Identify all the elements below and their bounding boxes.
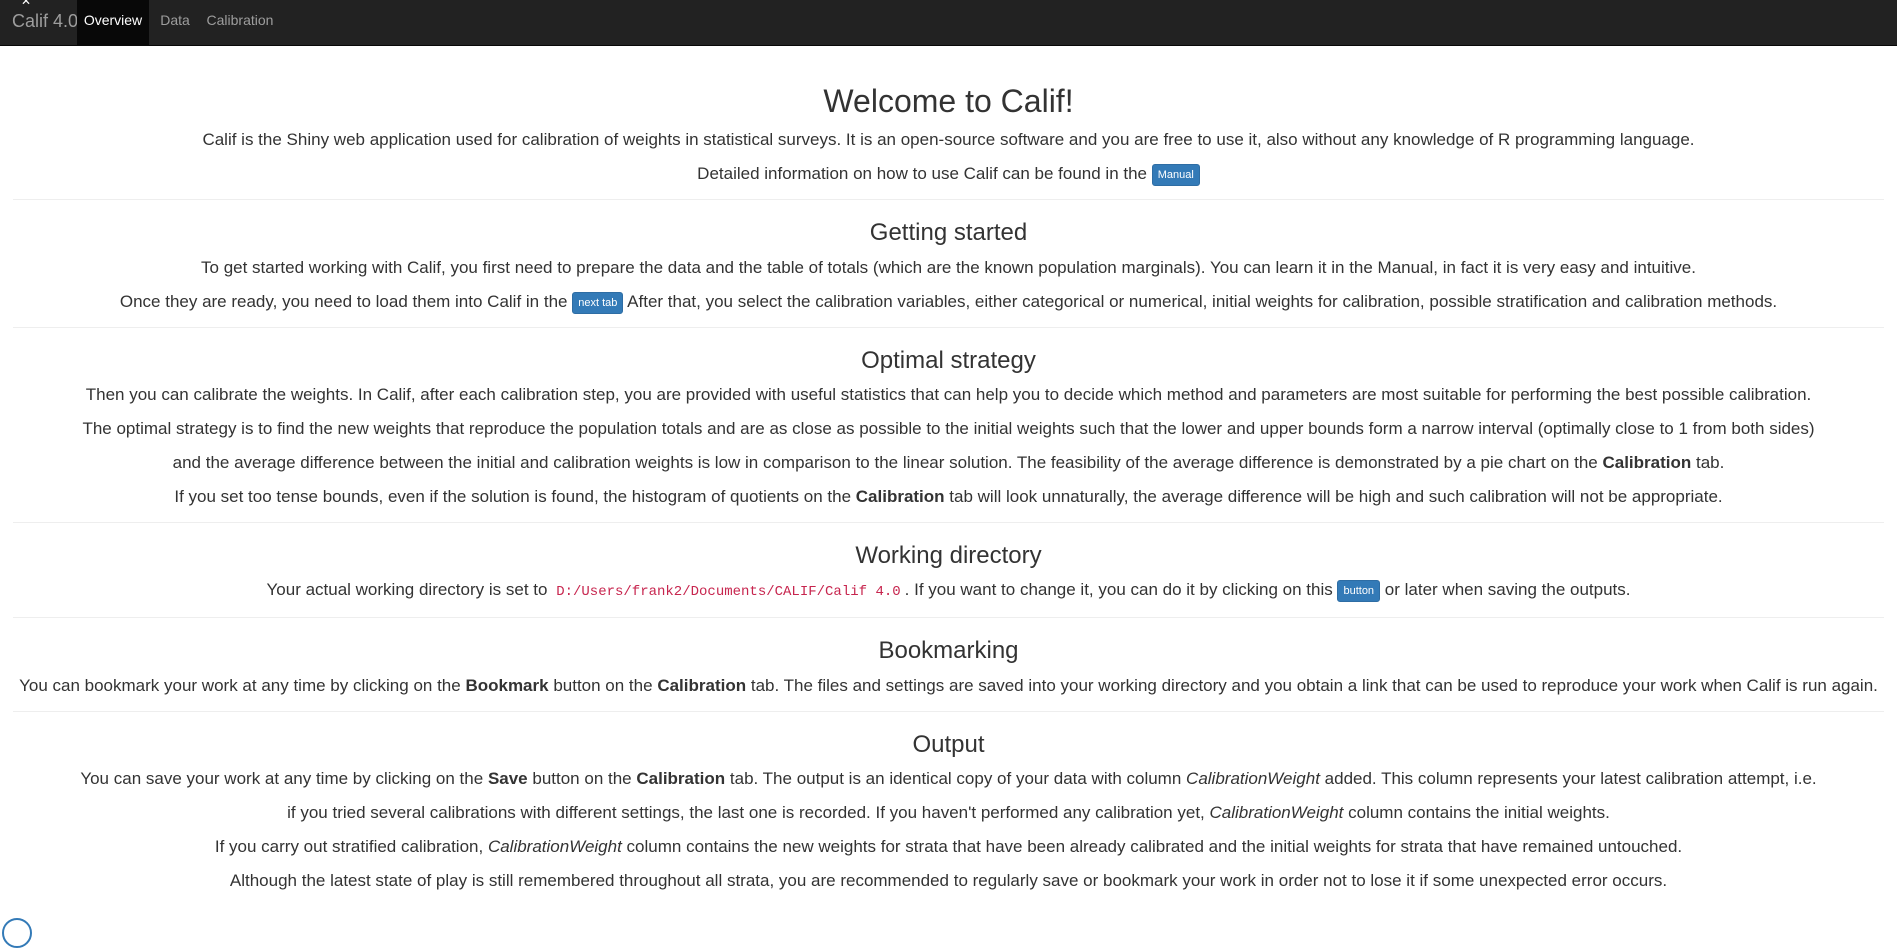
working-directory-text: Your actual working directory is set to …: [13, 573, 1884, 609]
output-text-1b: button on the: [532, 769, 632, 789]
output-text-3b: column contains the new weights for stra…: [626, 837, 1683, 857]
manual-button[interactable]: Manual: [1151, 164, 1200, 187]
output-text-3a: If you carry out stratified calibration,: [214, 837, 484, 857]
output-text-2a: if you tried several calibrations with d…: [287, 803, 1205, 823]
output-text-2: if you tried several calibrations with d…: [13, 796, 1884, 830]
optimal-strategy-text-3b: tab.: [1696, 452, 1725, 472]
working-directory-title: Working directory: [855, 541, 1042, 569]
next-tab-button[interactable]: next tab: [572, 291, 624, 314]
calibration-weight-term: CalibrationWeight: [1209, 803, 1344, 823]
calibration-tab-reference: Calibration: [855, 486, 945, 506]
output-text-1: You can save your work at any time by cl…: [13, 762, 1884, 796]
working-directory-path: D:/Users/frank2/Documents/CALIF/Calif 4.…: [552, 582, 905, 603]
optimal-strategy-title: Optimal strategy: [861, 346, 1036, 374]
navbar: ✕ Calif 4.0 Overview Data Calibration: [0, 0, 1897, 46]
working-directory-text-c: or later when saving the outputs.: [1384, 580, 1631, 600]
calibration-weight-term: CalibrationWeight: [487, 837, 622, 857]
bookmarking-text: You can bookmark your work at any time b…: [13, 669, 1884, 703]
output-text-3: If you carry out stratified calibration,…: [13, 830, 1884, 864]
divider: [13, 326, 1884, 328]
getting-started-title: Getting started: [869, 219, 1028, 247]
calibration-weight-term: CalibrationWeight: [1186, 769, 1320, 789]
getting-started-text-1: To get started working with Calif, you f…: [201, 257, 1696, 277]
bookmarking-text-a: You can bookmark your work at any time b…: [19, 675, 461, 695]
tab-calibration[interactable]: Calibration: [201, 0, 279, 45]
app-brand[interactable]: Calif 4.0: [12, 0, 78, 46]
divider: [13, 710, 1884, 712]
working-directory-text-a: Your actual working directory is set to: [266, 580, 548, 600]
optimal-strategy-text-4b: tab will look unnaturally, the average d…: [949, 486, 1723, 506]
help-circle-icon[interactable]: [2, 918, 32, 948]
working-directory-text-b: . If you want to change it, you can do i…: [904, 580, 1333, 600]
bookmark-button-reference: Bookmark: [465, 675, 549, 695]
tab-overview[interactable]: Overview: [77, 0, 149, 45]
getting-started-text-2b: After that, you select the calibration v…: [627, 291, 1778, 311]
welcome-intro: Calif is the Shiny web application used …: [202, 130, 1695, 150]
output-text-4: Although the latest state of play is sti…: [229, 871, 1668, 891]
change-directory-button[interactable]: button: [1337, 580, 1381, 603]
overview-content: Welcome to Calif! Calif is the Shiny web…: [13, 46, 1884, 898]
bookmarking-text-c: tab. The files and settings are saved in…: [750, 675, 1878, 695]
optimal-strategy-text-1: Then you can calibrate the weights. In C…: [85, 384, 1812, 404]
optimal-strategy-text-4: If you set too tense bounds, even if the…: [13, 480, 1884, 514]
optimal-strategy-text-3a: and the average difference between the i…: [172, 452, 1598, 472]
output-title: Output: [912, 730, 985, 758]
save-button-reference: Save: [487, 769, 528, 789]
bookmarking-text-b: button on the: [553, 675, 653, 695]
getting-started-text-2: Once they are ready, you need to load th…: [13, 285, 1884, 319]
calibration-tab-reference: Calibration: [636, 769, 726, 789]
welcome-manual-line: Detailed information on how to use Calif…: [13, 157, 1884, 191]
optimal-strategy-text-2: The optimal strategy is to find the new …: [82, 418, 1815, 438]
divider: [13, 521, 1884, 523]
output-text-2b: column contains the initial weights.: [1348, 803, 1610, 823]
output-text-1a: You can save your work at any time by cl…: [80, 769, 484, 789]
output-text-1d: added. This column represents your lates…: [1324, 769, 1817, 789]
output-text-1c: tab. The output is an identical copy of …: [729, 769, 1182, 789]
divider: [13, 199, 1884, 201]
divider: [13, 617, 1884, 619]
welcome-title: Welcome to Calif!: [823, 83, 1074, 119]
bookmarking-title: Bookmarking: [878, 637, 1019, 665]
tab-data[interactable]: Data: [149, 0, 201, 45]
getting-started-text-2a: Once they are ready, you need to load th…: [119, 291, 568, 311]
optimal-strategy-text-3: and the average difference between the i…: [13, 446, 1884, 480]
calibration-tab-reference: Calibration: [657, 675, 747, 695]
manual-line-text: Detailed information on how to use Calif…: [697, 164, 1148, 184]
calibration-tab-reference: Calibration: [1602, 452, 1692, 472]
optimal-strategy-text-4a: If you set too tense bounds, even if the…: [174, 486, 852, 506]
